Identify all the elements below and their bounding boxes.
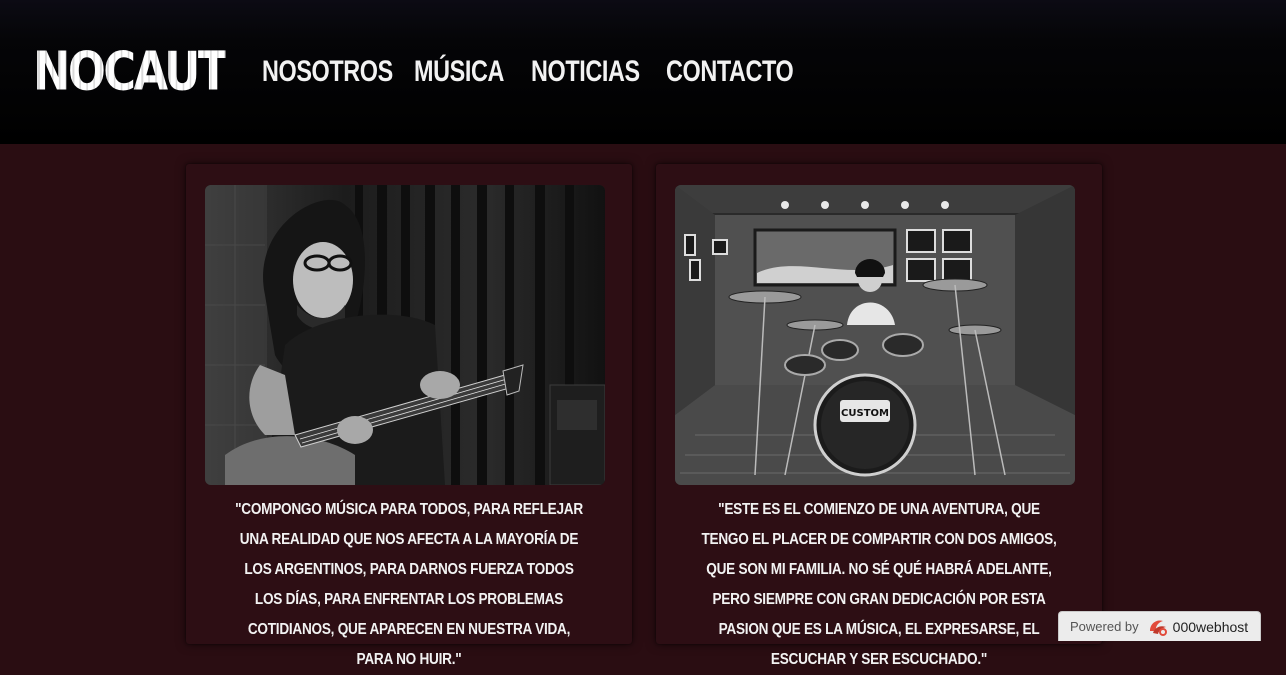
- nav-noticias[interactable]: NOTICIAS: [531, 50, 640, 94]
- drum-head-label: CUSTOM: [841, 408, 889, 419]
- site-header: NOCAUT NOSOTROS MÚSICA NOTICIAS CONTACTO: [0, 0, 1286, 144]
- powered-by-badge[interactable]: Powered by 000webhost: [1058, 611, 1261, 641]
- bassist-quote: "Compongo música para todos, para reflej…: [235, 501, 583, 668]
- member-card-bassist: "Compongo música para todos, para reflej…: [186, 164, 632, 668]
- member-card-drummer: CUSTOM "Este es el comienzo de una avent…: [656, 164, 1102, 668]
- 000webhost-logo-icon: [1149, 619, 1167, 636]
- bass-player-photo: [205, 185, 605, 485]
- drummer-photo: CUSTOM: [675, 185, 1075, 485]
- nav-nosotros[interactable]: NOSOTROS: [262, 50, 393, 94]
- main-nav: NOSOTROS MÚSICA NOTICIAS CONTACTO: [262, 50, 796, 94]
- powered-by-label: Powered by: [1070, 619, 1139, 634]
- drummer-quote: "Este es el comienzo de una aventura, qu…: [701, 501, 1057, 668]
- site-logo[interactable]: NOCAUT: [33, 40, 257, 104]
- nav-musica[interactable]: MÚSICA: [414, 50, 505, 94]
- host-name: 000webhost: [1172, 618, 1249, 635]
- bass-player-photo-art: [205, 185, 605, 485]
- logo-text: NOCAUT: [33, 39, 228, 105]
- nav-contacto[interactable]: CONTACTO: [666, 50, 794, 94]
- drummer-photo-art: CUSTOM: [675, 185, 1075, 485]
